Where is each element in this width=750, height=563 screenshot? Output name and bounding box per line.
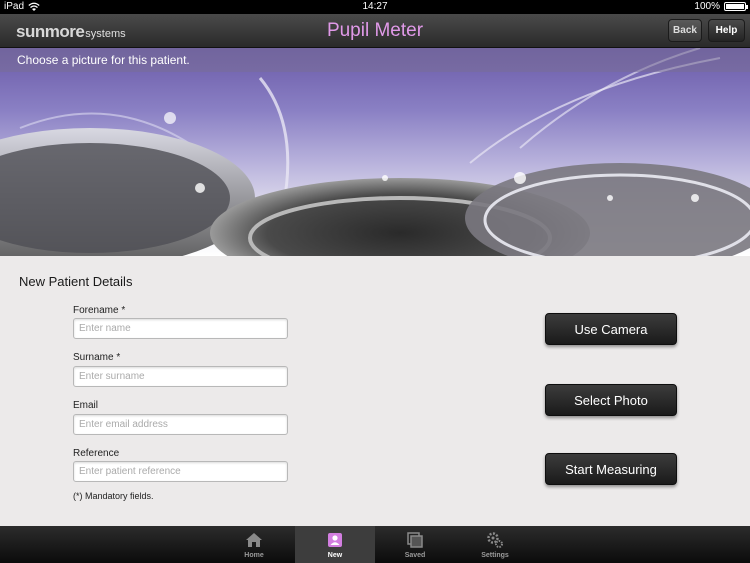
- help-button[interactable]: Help: [708, 19, 745, 42]
- surname-label: Surname *: [73, 352, 121, 363]
- tab-settings-label: Settings: [481, 552, 509, 559]
- tab-new[interactable]: New: [295, 526, 375, 563]
- tab-home-label: Home: [244, 552, 264, 559]
- gears-icon: [485, 531, 505, 549]
- forename-label: Forename *: [73, 305, 126, 316]
- status-right: 100%: [694, 1, 748, 12]
- header-bar: sunmoresystems Pupil Meter Back Help: [0, 14, 750, 48]
- tab-home[interactable]: Home: [214, 526, 294, 563]
- mandatory-note: (*) Mandatory fields.: [73, 491, 154, 501]
- surname-input[interactable]: [73, 366, 288, 387]
- patient-picture-banner[interactable]: Choose a picture for this patient.: [0, 48, 750, 256]
- status-time: 14:27: [362, 1, 388, 12]
- tab-bar: Home New Saved Settings: [0, 526, 750, 563]
- choose-picture-prompt: Choose a picture for this patient.: [0, 48, 750, 72]
- battery-icon: [724, 2, 748, 11]
- banner-glass-illustration: [0, 48, 750, 256]
- reference-input[interactable]: [73, 461, 288, 482]
- tab-new-label: New: [327, 552, 343, 559]
- form-title: New Patient Details: [19, 274, 133, 289]
- tab-saved-label: Saved: [404, 552, 426, 559]
- tab-settings[interactable]: Settings: [455, 526, 535, 563]
- forename-input[interactable]: [73, 318, 288, 339]
- page-title: Pupil Meter: [326, 20, 424, 41]
- saved-icon: [405, 531, 425, 549]
- email-label: Email: [73, 400, 99, 411]
- reference-label: Reference: [73, 448, 120, 459]
- use-camera-button[interactable]: Use Camera: [545, 313, 677, 345]
- select-photo-button[interactable]: Select Photo: [545, 384, 677, 416]
- status-bar: iPad 14:27 100%: [0, 0, 750, 14]
- tab-saved[interactable]: Saved: [375, 526, 455, 563]
- battery-percent: 100%: [694, 1, 720, 12]
- start-measuring-button[interactable]: Start Measuring: [545, 453, 677, 485]
- back-button[interactable]: Back: [668, 19, 702, 42]
- email-input[interactable]: [73, 414, 288, 435]
- new-patient-form: New Patient Details Forename * Surname *…: [0, 256, 750, 526]
- home-icon: [244, 531, 264, 549]
- new-patient-icon: [325, 531, 345, 549]
